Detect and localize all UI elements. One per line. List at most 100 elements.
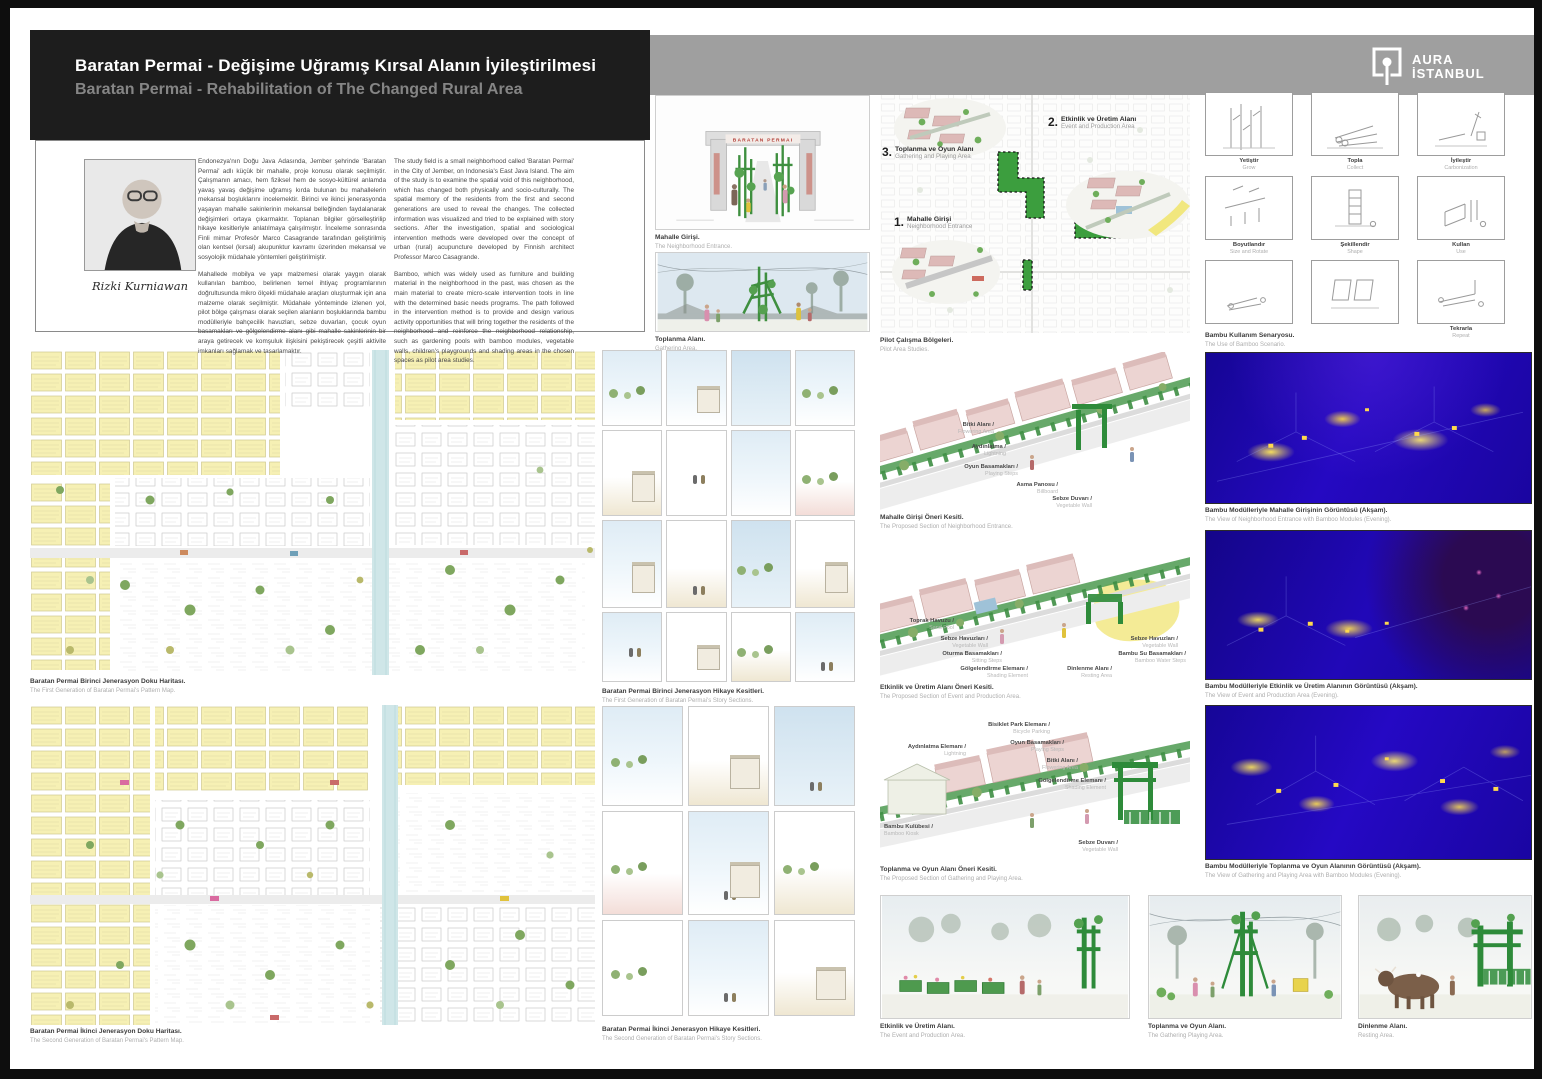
story-panel — [774, 706, 855, 806]
section-label: Dinlenme Alanı /Resting Area — [1032, 666, 1112, 680]
section-label: Oyun Basamakları /Playing Steps — [974, 740, 1064, 754]
intro-tr-paragraph-2: Mahallede mobilya ve yapı malzemesi olar… — [198, 270, 386, 356]
section-label: Gölgelendirme Elemanı /Shading Element — [1010, 778, 1106, 792]
pilot-label-english: Gathering and Playing Area — [895, 153, 974, 160]
section-label: Asma Panosu /Billboard — [972, 482, 1058, 496]
author-portrait-illustration — [85, 160, 195, 270]
section-gathering-caption: Toplanma ve Oyun Alanı Öneri Kesiti. The… — [880, 866, 1190, 883]
caption-title: Mahalle Girişi. — [655, 234, 870, 243]
caption-title: Toplanma ve Oyun Alanı. — [1148, 1023, 1342, 1032]
caption-title: Etkinlik ve Üretim Alanı Öneri Kesiti. — [880, 684, 1190, 693]
aura-logo-icon — [1372, 47, 1404, 87]
intro-en-paragraph-2: Bamboo, which was widely used as furnitu… — [394, 270, 574, 366]
bamboo-step-grow: YetiştirGrow — [1205, 92, 1293, 170]
pilot-map-drawing — [880, 90, 1190, 333]
section-label: Toprak Havuzu /Sand Pool — [882, 618, 954, 632]
caption-subtitle: The View of Event and Production Area (E… — [1205, 693, 1532, 701]
bamboo-step-8 — [1311, 260, 1399, 338]
story-panel — [774, 811, 855, 915]
section-label: Sebze Havuzları /Vegetable Wall — [1098, 636, 1178, 650]
bamboo-step-sketch — [1311, 176, 1399, 240]
caption-title: Bambu Modülleriyle Etkinlik ve Üretim Al… — [1205, 683, 1532, 692]
night-render-production — [1205, 530, 1532, 680]
caption-title: Baratan Permai Birinci Jenerasyon Doku H… — [30, 678, 350, 687]
pattern-map-2-drawing — [30, 705, 595, 1025]
section-label: Bitki Alanı /Flowering Area — [908, 422, 994, 436]
pilot-label-3: 3. Toplanma ve Oyun AlanıGathering and P… — [882, 146, 974, 160]
bottom-production-caption: Etkinlik ve Üretim Alanı. The Event and … — [880, 1023, 1130, 1040]
caption-title: Toplanma Alanı. — [655, 336, 870, 345]
entrance-illustration-drawing: BARATAN PERMAI — [656, 96, 869, 229]
caption-subtitle: The Proposed Section of Event and Produc… — [880, 694, 1190, 702]
caption-title: Pilot Çalışma Bölgeleri. — [880, 337, 1190, 346]
caption-subtitle: The Proposed Section of Gathering and Pl… — [880, 876, 1190, 884]
vignette-entrance — [892, 240, 1000, 304]
bamboo-step-sketch — [1311, 260, 1399, 324]
bamboo-step-repeat: TekrarlaRepeat — [1417, 260, 1505, 338]
section-production: Toprak Havuzu /Sand Pool Sebze Havuzları… — [880, 530, 1190, 680]
gate-sign-text: BARATAN PERMAI — [733, 137, 794, 143]
section-gathering: Bisiklet Park Elemanı /Bicycle Parking O… — [880, 702, 1190, 862]
frame-bottom — [0, 1069, 1542, 1079]
caption-subtitle: The Second Generation of Baratan Permai'… — [602, 1036, 855, 1044]
bamboo-step-shape: ŞekillendirShape — [1311, 176, 1399, 254]
pilot-label-number: 3. — [882, 146, 892, 160]
bamboo-scenario-caption: Bambu Kullanım Senaryosu. The Use of Bam… — [1205, 332, 1365, 349]
story-grid-2-caption: Baratan Permai İkinci Jenerasyon Hikaye … — [602, 1026, 855, 1043]
section-label: Bambu Kulübesi /Bamboo Kiosk — [884, 824, 954, 838]
story-panel — [602, 520, 662, 608]
section-production-caption: Etkinlik ve Üretim Alanı Öneri Kesiti. T… — [880, 684, 1190, 701]
vignette-production — [1066, 171, 1190, 239]
bamboo-step-caption: ToplaCollect — [1311, 156, 1399, 170]
caption-subtitle: The First Generation of Baratan Permai's… — [30, 688, 350, 696]
bamboo-step-collect: ToplaCollect — [1311, 92, 1399, 170]
pilot-label-turkish: Mahalle Girişi — [907, 216, 972, 223]
story-sections-grid-1 — [602, 350, 855, 682]
section-entrance: Bitki Alanı /Flowering Area Aydınlatma /… — [880, 352, 1190, 510]
story-panel — [731, 430, 791, 516]
story-panel — [602, 430, 662, 516]
author-photo — [84, 159, 196, 271]
caption-title: Mahalle Girişi Öneri Kesiti. — [880, 514, 1190, 523]
story-panel — [774, 920, 855, 1016]
bamboo-step-sketch — [1205, 92, 1293, 156]
caption-title: Bambu Modülleriyle Toplanma ve Oyun Alan… — [1205, 863, 1532, 872]
aura-logo-text: AURA İSTANBUL — [1412, 53, 1485, 80]
bamboo-step-use: KullanUse — [1417, 176, 1505, 254]
section-label: Aydınlatma Elemanı /Lightning — [892, 744, 966, 758]
intro-en-paragraph-1: The study field is a small neighborhood … — [394, 157, 574, 263]
pilot-label-turkish: Etkinlik ve Üretim Alanı — [1061, 116, 1136, 123]
intro-tr-paragraph-1: Endonezya'nın Doğu Java Adasında, Jember… — [198, 157, 386, 263]
caption-title: Toplanma ve Oyun Alanı Öneri Kesiti. — [880, 866, 1190, 875]
bamboo-step-carbonization: İyileştirCarbonization — [1417, 92, 1505, 170]
section-label: Bambu Su Basamakları /Bamboo Water Steps — [1102, 651, 1186, 665]
caption-title: Baratan Permai İkinci Jenerasyon Doku Ha… — [30, 1028, 350, 1037]
pilot-label-2: 2. Etkinlik ve Üretim AlanıEvent and Pro… — [1048, 116, 1136, 130]
title-english: Baratan Permai - Rehabilitation of The C… — [75, 81, 650, 99]
night-render-structure-lines — [1206, 353, 1531, 503]
caption-subtitle: The First Generation of Baratan Permai's… — [602, 698, 855, 706]
story-panel — [795, 612, 855, 682]
production-area-illustration — [881, 896, 1129, 1018]
gathering-illustration-drawing — [656, 253, 869, 331]
section-label: Bitki Alanı /Flowering Area — [988, 758, 1078, 772]
caption-title: Baratan Permai Birinci Jenerasyon Hikaye… — [602, 688, 855, 697]
bamboo-step-caption: KullanUse — [1417, 240, 1505, 254]
night-render-structure-lines — [1206, 531, 1531, 679]
pilot-label-turkish: Toplanma ve Oyun Alanı — [895, 146, 974, 153]
pilot-label-english: Neighborhood Entrance — [907, 223, 972, 230]
bamboo-step-caption: BoyutlandırSize and Rotate — [1205, 240, 1293, 254]
caption-title: Baratan Permai İkinci Jenerasyon Hikaye … — [602, 1026, 855, 1035]
resting-area-illustration — [1359, 896, 1531, 1018]
section-label: Sebze Havuzları /Vegetable Wall — [908, 636, 988, 650]
bamboo-scenario-grid: YetiştirGrow ToplaCollect İyileştirCarbo… — [1205, 92, 1505, 338]
render-gathering-caption: Bambu Modülleriyle Toplanma ve Oyun Alan… — [1205, 863, 1532, 880]
section-label: Sebze Duvarı /Vegetable Wall — [1028, 840, 1118, 854]
caption-subtitle: Resting Area. — [1358, 1033, 1532, 1041]
story-panel — [666, 520, 726, 608]
render-entrance-caption: Bambu Modülleriyle Mahalle Girişinin Gör… — [1205, 507, 1532, 524]
caption-subtitle: The Second Generation of Baratan Permai'… — [30, 1038, 350, 1046]
pilot-label-english: Event and Production Area — [1061, 123, 1136, 130]
story-panel — [602, 706, 683, 806]
night-render-structure-lines — [1206, 706, 1531, 859]
